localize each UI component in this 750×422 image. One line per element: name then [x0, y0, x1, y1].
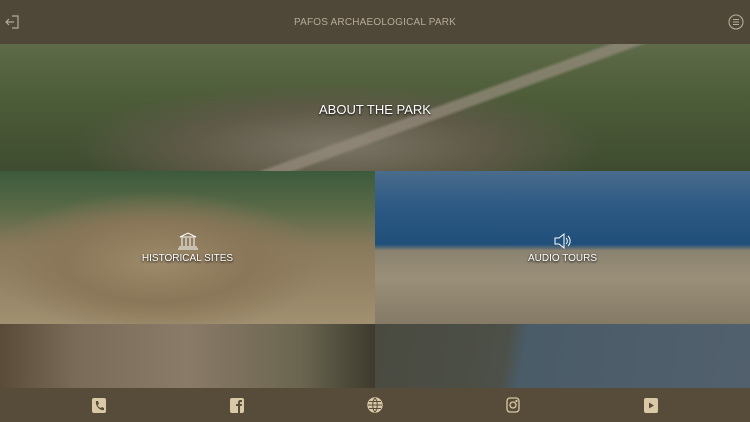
globe-icon[interactable]	[367, 397, 383, 413]
instagram-icon[interactable]	[505, 397, 521, 413]
page-title: PAFOS ARCHAEOLOGICAL PARK	[293, 16, 457, 28]
tile-label: ABOUT THE PARK	[319, 101, 431, 117]
tile-historical-sites[interactable]: HISTORICAL SITES	[0, 171, 375, 324]
speaker-icon	[554, 232, 571, 249]
tile-audio-tours[interactable]: AUDIO TOURS	[375, 171, 750, 324]
youtube-icon[interactable]	[643, 397, 659, 413]
tile-about-the-park[interactable]: ABOUT THE PARK	[0, 44, 750, 171]
footer-bar	[0, 388, 750, 422]
tile-label: HISTORICAL SITES	[141, 252, 234, 264]
header-bar: PAFOS ARCHAEOLOGICAL PARK	[0, 0, 750, 44]
columns-icon	[177, 231, 198, 249]
exit-icon[interactable]	[3, 12, 23, 32]
menu-icon[interactable]	[726, 12, 746, 32]
tile-label: AUDIO TOURS	[527, 252, 598, 264]
facebook-icon[interactable]	[229, 397, 245, 413]
tile-coastline[interactable]	[375, 324, 750, 388]
phone-icon[interactable]	[91, 397, 107, 413]
tile-site-map[interactable]	[0, 324, 375, 388]
